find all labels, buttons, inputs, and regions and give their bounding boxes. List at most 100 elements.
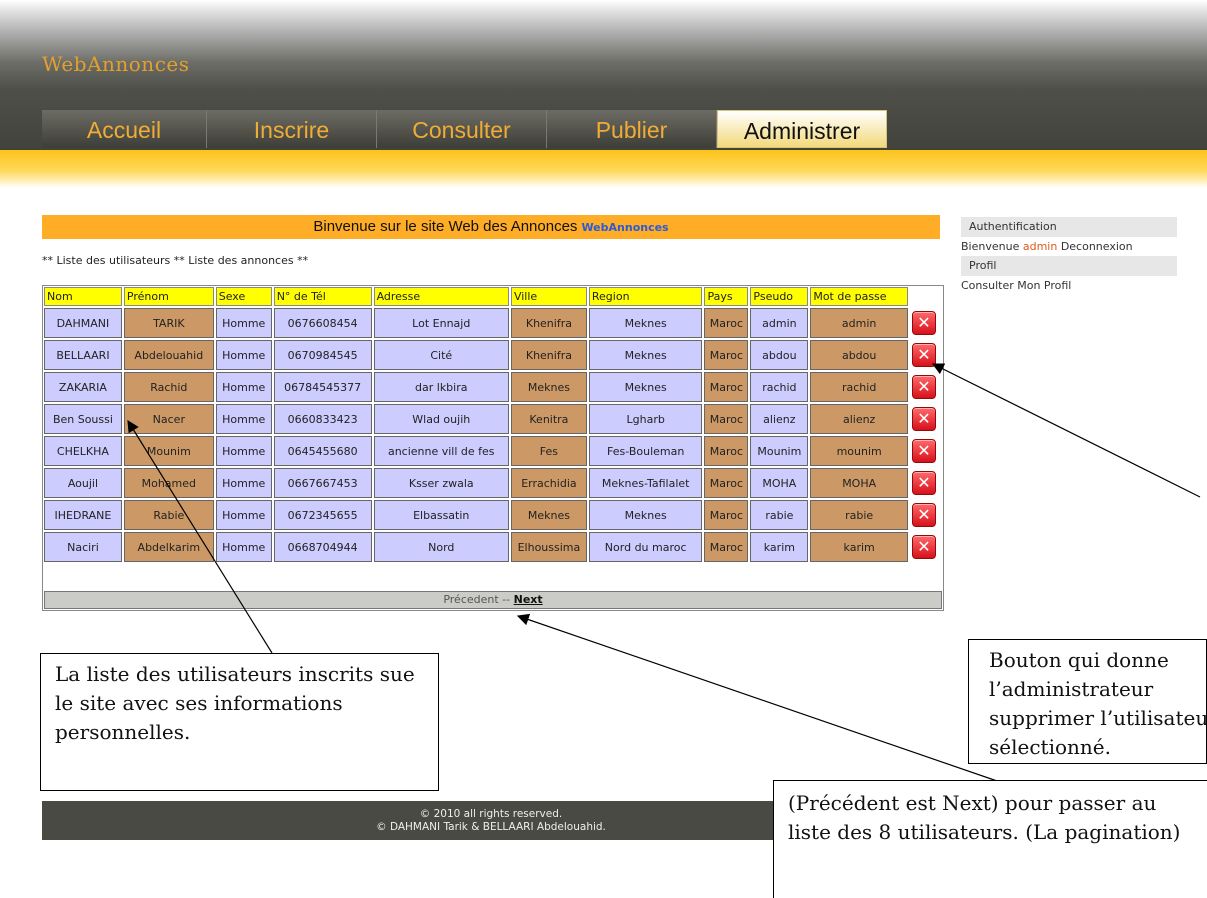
column-header: Sexe [215, 287, 272, 306]
site-logo[interactable]: WebAnnonces [42, 52, 190, 76]
delete-user-button[interactable]: ✕ [912, 471, 936, 495]
table-cell: admin [750, 308, 809, 338]
table-cell: Homme [215, 468, 272, 498]
row-actions: ✕ [910, 372, 938, 402]
link-separator: ** [42, 254, 53, 267]
column-header: Pseudo [750, 287, 809, 306]
tab-accueil[interactable]: Accueil [42, 110, 207, 148]
table-cell: Meknes-Tafilalet [588, 468, 703, 498]
table-header-row: Nom Prénom Sexe N° de Tél Adresse Ville Region… [44, 287, 938, 306]
arrow-to-delete [931, 363, 1201, 498]
table-row: DAHMANI TARIK Homme 0676608454 Lot Ennajd Khe… [44, 308, 938, 338]
table-cell: alienz [750, 404, 809, 434]
accent-bar [0, 150, 1207, 188]
table-cell: mounim [810, 436, 908, 466]
table-cell: Khenifra [510, 308, 587, 338]
callout-delete-text: Bouton qui donne l’administrateur suppri… [989, 648, 1207, 759]
column-header: Nom [44, 287, 122, 306]
table-cell: 0668704944 [273, 532, 372, 562]
table-cell: Mounim [123, 436, 214, 466]
row-actions: ✕ [910, 500, 938, 530]
tab-publier[interactable]: Publier [547, 110, 717, 148]
table-cell: rachid [750, 372, 809, 402]
table-cell: 0676608454 [273, 308, 372, 338]
view-profile-link[interactable]: Consulter Mon Profil [961, 276, 1177, 295]
welcome-banner: Binvenue sur le site Web des Annonces Web… [42, 215, 940, 239]
table-cell: MOHA [810, 468, 908, 498]
table-cell: Homme [215, 340, 272, 370]
sidebar-username: admin [1022, 240, 1058, 253]
table-cell: Elbassatin [373, 500, 509, 530]
table-cell: 0672345655 [273, 500, 372, 530]
table-cell: Maroc [704, 308, 749, 338]
table-cell: abdou [750, 340, 809, 370]
column-header: Mot de passe [810, 287, 908, 306]
table-cell: 06784545377 [273, 372, 372, 402]
table-cell: Nord [373, 532, 509, 562]
delete-user-button[interactable]: ✕ [912, 439, 936, 463]
tab-administrer[interactable]: Administrer [717, 110, 887, 148]
table-cell: Meknes [510, 372, 587, 402]
column-header-actions [910, 287, 938, 306]
table-cell: Homme [215, 500, 272, 530]
table-cell: BELLAARI [44, 340, 122, 370]
table-cell: Maroc [704, 372, 749, 402]
tab-inscrire[interactable]: Inscrire [207, 110, 377, 148]
table-cell: Aoujil [44, 468, 122, 498]
arrow-to-pager [516, 613, 1001, 783]
table-cell: Abdelkarim [123, 532, 214, 562]
table-cell: Wlad oujih [373, 404, 509, 434]
column-header: Pays [704, 287, 749, 306]
table-cell: rachid [810, 372, 908, 402]
sidebar-auth-title: Authentification [961, 217, 1177, 237]
pager-next[interactable]: Next [514, 593, 543, 606]
table-cell: Kenitra [510, 404, 587, 434]
table-cell: karim [750, 532, 809, 562]
table-cell: Elhoussima [510, 532, 587, 562]
table-cell: Homme [215, 436, 272, 466]
table-cell: 0645455680 [273, 436, 372, 466]
link-separator: ** [173, 254, 185, 267]
table-cell: Homme [215, 308, 272, 338]
table-cell: admin [810, 308, 908, 338]
table-row: BELLAARI Abdelouahid Homme 0670984545 Cité Kh… [44, 340, 938, 370]
table-cell: Fes-Bouleman [588, 436, 703, 466]
table-cell: Meknes [588, 340, 703, 370]
callout-delete-button: Bouton qui donne l’administrateur suppri… [968, 639, 1207, 764]
table-cell: Lgharb [588, 404, 703, 434]
table-cell: rabie [750, 500, 809, 530]
table-cell: Meknes [588, 308, 703, 338]
table-cell: Meknes [588, 500, 703, 530]
delete-user-button[interactable]: ✕ [912, 343, 936, 367]
users-table: Nom Prénom Sexe N° de Tél Adresse Ville Region… [42, 285, 940, 564]
link-ads-list[interactable]: Liste des annonces [188, 254, 293, 267]
table-cell: Maroc [704, 436, 749, 466]
admin-links: ** Liste des utilisateurs ** Liste des a… [42, 254, 308, 267]
table-cell: Nacer [123, 404, 214, 434]
table-cell: Maroc [704, 500, 749, 530]
delete-user-button[interactable]: ✕ [912, 535, 936, 559]
pager-prev[interactable]: Précedent [443, 593, 498, 606]
table-cell: Errachidia [510, 468, 587, 498]
delete-user-button[interactable]: ✕ [912, 375, 936, 399]
table-cell: Maroc [704, 404, 749, 434]
tab-consulter[interactable]: Consulter [377, 110, 547, 148]
delete-user-button[interactable]: ✕ [912, 503, 936, 527]
main-nav: Accueil Inscrire Consulter Publier Admin… [42, 110, 887, 148]
delete-user-button[interactable]: ✕ [912, 311, 936, 335]
sidebar-welcome-row: Bienvenue admin Deconnexion [961, 237, 1177, 256]
header: WebAnnonces Accueil Inscrire Consulter P… [0, 0, 1207, 150]
logout-link[interactable]: Deconnexion [1061, 240, 1133, 253]
pagination: Précedent -- Next [44, 591, 942, 609]
table-cell: MOHA [750, 468, 809, 498]
link-separator: ** [297, 254, 309, 267]
row-actions: ✕ [910, 340, 938, 370]
table-cell: Fes [510, 436, 587, 466]
table-cell: DAHMANI [44, 308, 122, 338]
link-users-list[interactable]: Liste des utilisateurs [57, 254, 171, 267]
delete-user-button[interactable]: ✕ [912, 407, 936, 431]
table-cell: IHEDRANE [44, 500, 122, 530]
table-cell: Mounim [750, 436, 809, 466]
table-row: Aoujil Mohamed Homme 0667667453 Ksser zwala E… [44, 468, 938, 498]
sidebar: Authentification Bienvenue admin Deconne… [961, 217, 1177, 295]
